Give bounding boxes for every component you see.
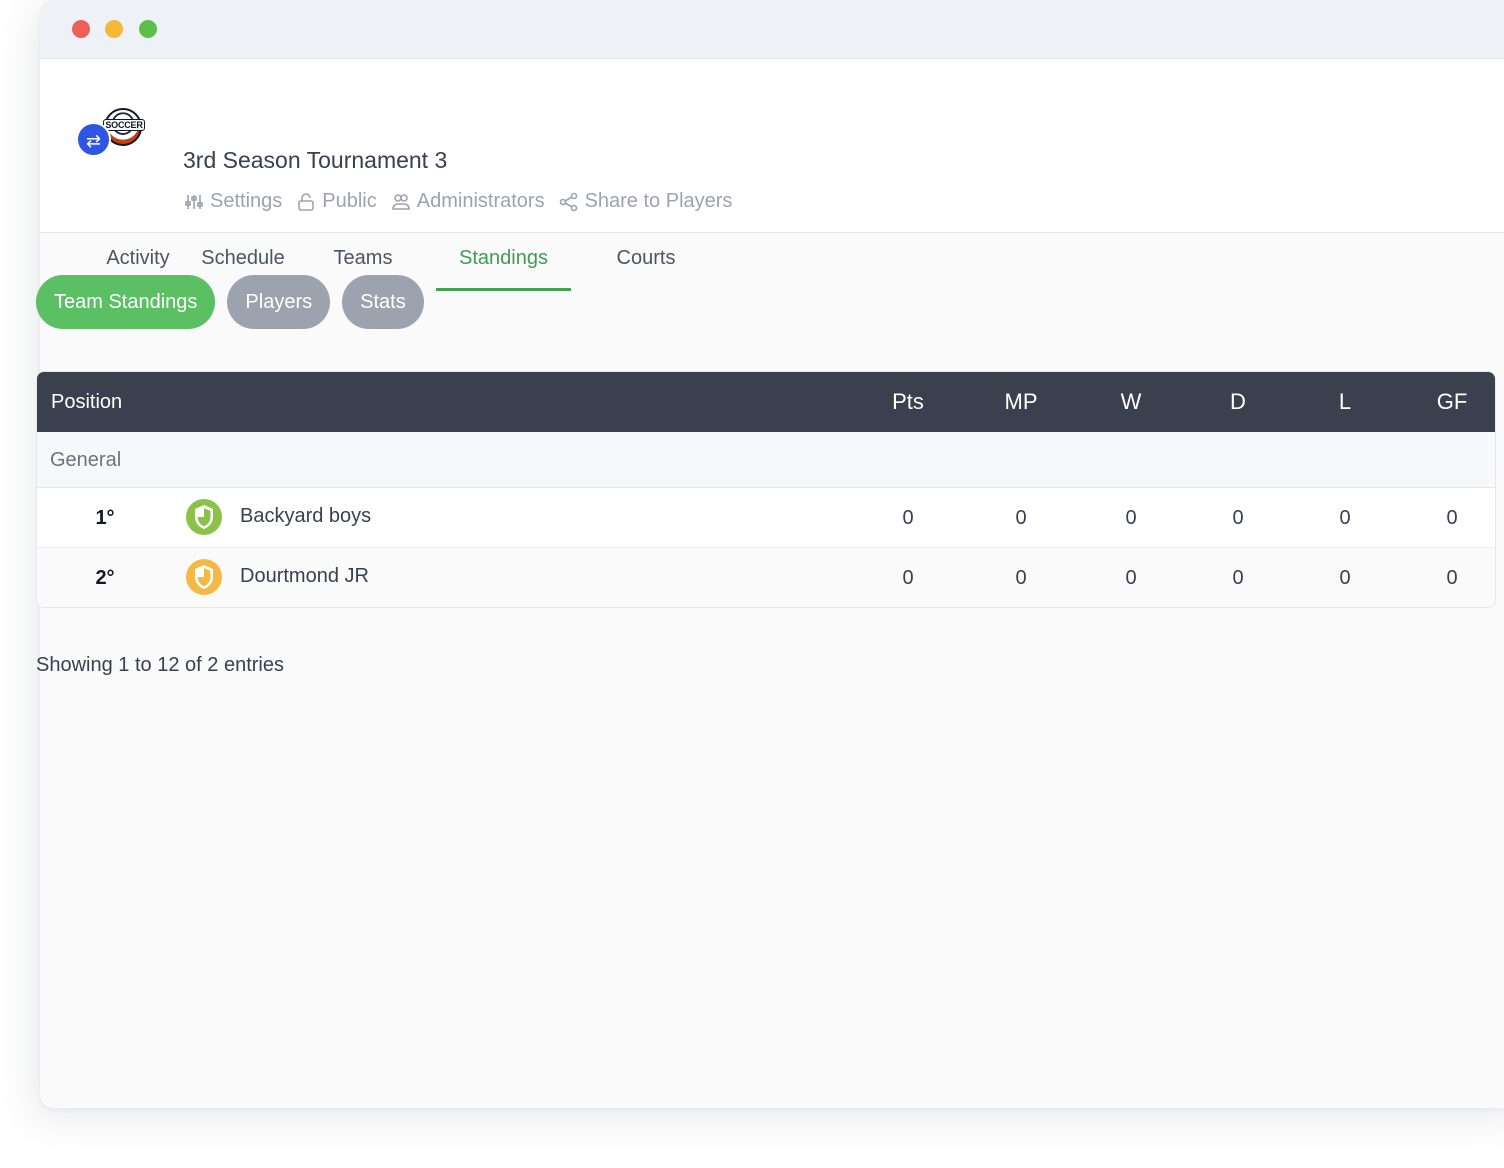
gf-cell: 0 [1446,507,1458,529]
pagination-from: 1 [118,654,130,676]
standings-table: Position Pts MP W D L GF General 1° Back… [36,371,1496,608]
l-cell: 0 [1339,567,1351,589]
pagination-info: Showing 1 to 12 of 2 entries [36,654,284,677]
team-name[interactable]: Backyard boys [240,488,371,544]
column-header-mp[interactable]: MP [981,372,1061,432]
title-bar [40,0,1504,59]
tournament-header: SOCCER ⇄ 3rd Season Tournament 3 Setting… [40,59,1504,291]
column-header-w[interactable]: W [1091,372,1171,432]
mp-cell: 0 [1015,507,1027,529]
team-standings-button[interactable]: Team Standings [36,275,216,329]
pagination-to-word: to [134,654,152,676]
team-shield-icon [185,558,223,596]
standings-subtabs: Team Standings Players Stats [36,275,424,329]
pagination-to: 12 [157,654,180,676]
group-row: General [37,432,1495,488]
team-shield-icon [185,498,223,536]
table-header: Position Pts MP W D L GF [37,372,1495,432]
settings-link[interactable]: Settings [184,190,282,213]
team-name[interactable]: Dourtmond JR [240,548,369,604]
stats-button[interactable]: Stats [342,275,424,329]
mp-cell: 0 [1015,567,1027,589]
column-header-position[interactable]: Position [51,372,122,432]
pts-cell: 0 [902,507,914,529]
close-window-button[interactable] [72,20,90,38]
tab-courts[interactable]: Courts [608,235,684,291]
administrators-label: Administrators [416,190,545,212]
table-row[interactable]: 1° Backyard boys 0 0 0 0 0 0 [37,488,1495,548]
tournament-actions: Settings Public Administrators Share to … [184,190,732,213]
w-cell: 0 [1125,567,1137,589]
share-icon [559,192,577,211]
rank-cell: 2° [95,567,115,589]
minimize-window-button[interactable] [105,20,123,38]
pagination-suffix: entries [223,654,284,676]
pts-cell: 0 [902,567,914,589]
w-cell: 0 [1125,507,1137,529]
column-header-pts[interactable]: Pts [868,372,948,432]
tournament-logo: SOCCER ⇄ [76,103,146,157]
column-header-l[interactable]: L [1305,372,1385,432]
zoom-window-button[interactable] [139,20,157,38]
l-cell: 0 [1339,507,1351,529]
d-cell: 0 [1232,567,1244,589]
pagination-prefix: Showing [36,654,113,676]
pagination-total: 2 [207,654,219,676]
table-row[interactable]: 2° Dourtmond JR 0 0 0 0 0 0 [37,548,1495,607]
tab-standings[interactable]: Standings [436,235,571,291]
column-header-gf[interactable]: GF [1412,372,1492,432]
settings-label: Settings [210,190,283,212]
administrators-link[interactable]: Administrators [391,190,545,213]
column-header-d[interactable]: D [1198,372,1278,432]
users-icon [391,193,410,210]
players-button[interactable]: Players [227,275,331,329]
share-to-players-link[interactable]: Share to Players [559,190,733,213]
d-cell: 0 [1232,507,1244,529]
swap-icon[interactable]: ⇄ [76,122,111,157]
group-label: General [50,449,122,471]
pagination-of-word: of [185,654,202,676]
lock-icon [298,192,315,211]
share-to-players-label: Share to Players [584,190,733,212]
rank-cell: 1° [95,507,115,529]
public-label: Public [322,190,377,212]
public-link[interactable]: Public [296,190,377,213]
gf-cell: 0 [1446,567,1458,589]
logo-text: SOCCER [103,119,145,131]
page-title: 3rd Season Tournament 3 [183,147,448,173]
sliders-icon [185,194,203,209]
